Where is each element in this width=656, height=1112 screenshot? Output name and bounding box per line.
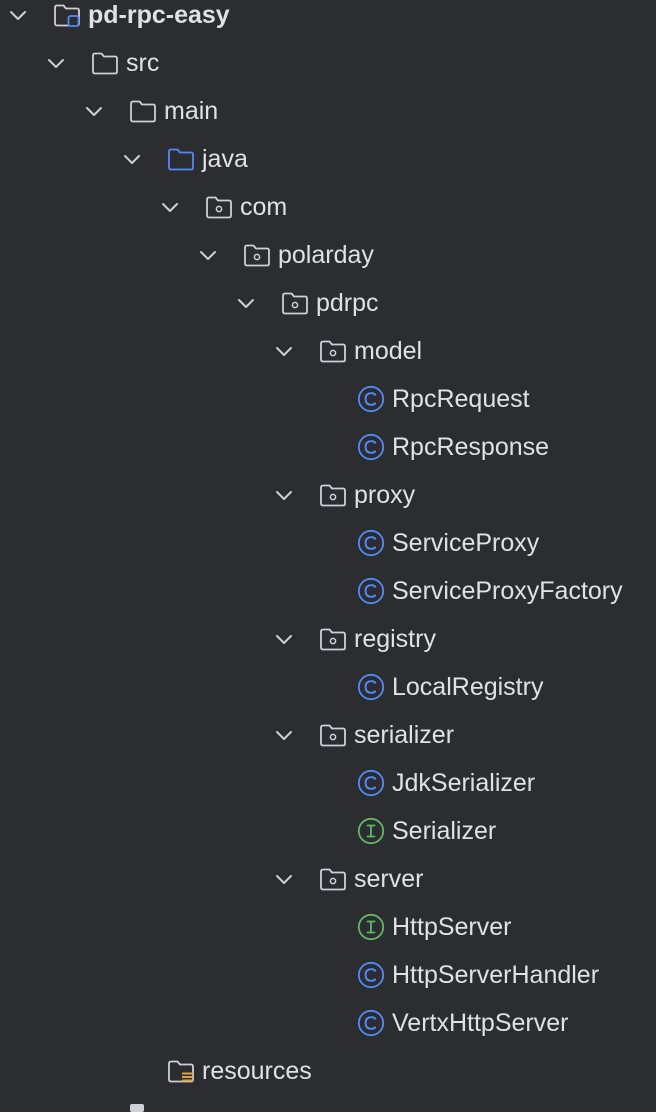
tree-row-label: registry [354, 625, 436, 653]
tree-row-label: HttpServer [392, 913, 512, 941]
tree-row-label: RpcResponse [392, 433, 550, 461]
package-icon [242, 240, 272, 270]
next-row-partial [130, 1104, 144, 1112]
tree-row-label: com [240, 193, 288, 221]
chevron-down-icon[interactable] [197, 244, 219, 266]
chevron-down-icon[interactable] [159, 196, 181, 218]
interface-icon [356, 816, 386, 846]
tree-row[interactable]: pd-rpc-easy [0, 0, 656, 39]
tree-row[interactable]: pdrpc [0, 279, 656, 327]
chevron-down-icon[interactable] [273, 724, 295, 746]
tree-row[interactable]: main [0, 87, 656, 135]
tree-row[interactable]: com [0, 183, 656, 231]
tree-row[interactable]: resources [0, 1047, 656, 1095]
chevron-down-icon[interactable] [273, 484, 295, 506]
tree-row[interactable]: JdkSerializer [0, 759, 656, 807]
tree-row[interactable]: serializer [0, 711, 656, 759]
chevron-down-icon[interactable] [235, 292, 257, 314]
tree-row-label: src [126, 49, 160, 77]
project-tree: pd-rpc-easy src main java com polarday pdrpc mo… [0, 0, 656, 1108]
tree-row[interactable]: HttpServerHandler [0, 951, 656, 999]
package-icon [280, 288, 310, 318]
tree-row-label: RpcRequest [392, 385, 530, 413]
package-icon [318, 336, 348, 366]
tree-row-label: ServiceProxyFactory [392, 577, 623, 605]
tree-row-label: Serializer [392, 817, 497, 845]
tree-row-label: pd-rpc-easy [88, 1, 230, 29]
tree-row-label: resources [202, 1057, 312, 1085]
chevron-down-icon[interactable] [273, 628, 295, 650]
chevron-down-icon[interactable] [273, 340, 295, 362]
tree-row[interactable]: ServiceProxy [0, 519, 656, 567]
chevron-down-icon[interactable] [7, 4, 29, 26]
tree-row[interactable]: RpcRequest [0, 375, 656, 423]
tree-row[interactable]: server [0, 855, 656, 903]
tree-row[interactable]: Serializer [0, 807, 656, 855]
package-icon [318, 720, 348, 750]
tree-row[interactable]: java [0, 135, 656, 183]
tree-row-label: main [164, 97, 219, 125]
class-icon [356, 672, 386, 702]
folder-icon [90, 48, 120, 78]
tree-row-label: ServiceProxy [392, 529, 540, 557]
tree-row-label: java [202, 145, 248, 173]
chevron-down-icon[interactable] [83, 100, 105, 122]
tree-row[interactable]: LocalRegistry [0, 663, 656, 711]
tree-row-label: serializer [354, 721, 455, 749]
tree-row-label: proxy [354, 481, 416, 509]
package-icon [318, 624, 348, 654]
chevron-down-icon[interactable] [273, 868, 295, 890]
tree-row-label: HttpServerHandler [392, 961, 600, 989]
resources-folder-icon [166, 1056, 196, 1086]
package-icon [204, 192, 234, 222]
chevron-down-icon[interactable] [121, 148, 143, 170]
tree-row[interactable]: RpcResponse [0, 423, 656, 471]
class-icon [356, 768, 386, 798]
tree-row[interactable]: registry [0, 615, 656, 663]
class-icon [356, 384, 386, 414]
tree-row-label: server [354, 865, 424, 893]
tree-row-label: VertxHttpServer [392, 1009, 569, 1037]
class-icon [356, 432, 386, 462]
tree-row[interactable]: HttpServer [0, 903, 656, 951]
module-folder-icon [52, 0, 82, 30]
tree-row-label: LocalRegistry [392, 673, 544, 701]
class-icon [356, 960, 386, 990]
tree-row[interactable]: ServiceProxyFactory [0, 567, 656, 615]
tree-row-label: model [354, 337, 423, 365]
package-icon [318, 480, 348, 510]
class-icon [356, 576, 386, 606]
tree-row-label: JdkSerializer [392, 769, 536, 797]
tree-row[interactable]: proxy [0, 471, 656, 519]
tree-row-label: polarday [278, 241, 374, 269]
tree-row[interactable]: src [0, 39, 656, 87]
tree-row[interactable]: model [0, 327, 656, 375]
tree-row[interactable]: VertxHttpServer [0, 999, 656, 1047]
class-icon [356, 1008, 386, 1038]
tree-row[interactable]: polarday [0, 231, 656, 279]
chevron-down-icon[interactable] [45, 52, 67, 74]
source-folder-icon [166, 144, 196, 174]
interface-icon [356, 912, 386, 942]
folder-icon [128, 96, 158, 126]
package-icon [318, 864, 348, 894]
tree-row-label: pdrpc [316, 289, 379, 317]
class-icon [356, 528, 386, 558]
